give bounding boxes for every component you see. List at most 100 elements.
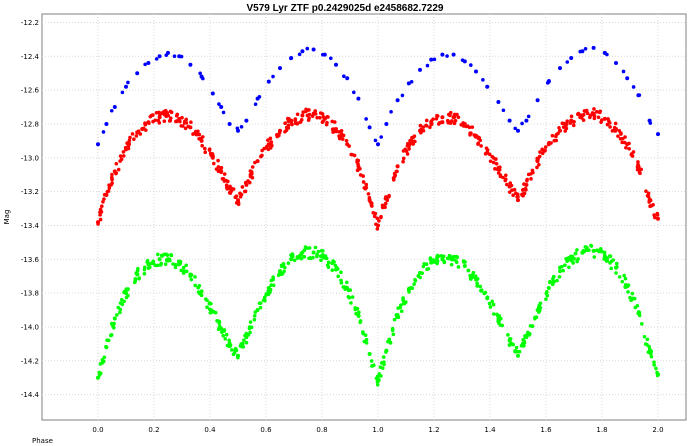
data-point-cloud xyxy=(287,117,291,121)
data-point-cloud xyxy=(221,110,226,115)
data-point-cloud xyxy=(130,132,135,136)
data-point-cloud xyxy=(488,159,493,164)
data-point-cloud xyxy=(468,133,472,137)
data-point-cloud xyxy=(424,118,429,123)
data-point-cloud xyxy=(639,167,644,172)
data-point-cloud xyxy=(377,219,381,223)
data-point-cloud xyxy=(594,110,599,114)
data-point-cloud xyxy=(465,124,470,129)
data-point-cloud xyxy=(337,136,342,141)
data-point-cloud xyxy=(262,146,267,151)
data-point-cloud xyxy=(631,85,636,89)
data-point-cloud xyxy=(178,119,182,124)
data-point-cloud xyxy=(645,337,650,342)
data-point-cloud xyxy=(344,138,349,143)
data-point-cloud xyxy=(217,102,221,106)
data-point-cloud xyxy=(364,337,369,342)
data-point-cloud xyxy=(259,154,263,159)
data-point-cloud xyxy=(284,128,289,133)
data-point-cloud xyxy=(292,258,297,262)
data-point xyxy=(146,61,151,66)
data-point-cloud xyxy=(346,288,351,293)
data-point-cloud xyxy=(512,187,517,192)
data-point-cloud xyxy=(164,53,169,57)
data-point-cloud xyxy=(162,109,166,114)
data-point-cloud xyxy=(162,252,166,257)
data-point-cloud xyxy=(649,354,654,359)
data-point-cloud xyxy=(163,262,168,267)
data-point-cloud xyxy=(379,361,384,365)
data-point-cloud xyxy=(374,222,378,227)
data-point-cloud xyxy=(110,177,114,182)
data-point-cloud xyxy=(126,146,131,151)
data-point-cloud xyxy=(434,117,439,121)
data-point-cloud xyxy=(157,121,162,125)
data-point-cloud xyxy=(145,258,150,263)
data-point-cloud xyxy=(147,121,151,125)
y-tick-label: -13.0 xyxy=(21,154,39,162)
data-point-cloud xyxy=(636,160,640,164)
data-point-cloud xyxy=(497,314,502,318)
data-point-cloud xyxy=(401,296,405,300)
data-point-cloud xyxy=(509,183,514,188)
data-point-cloud xyxy=(275,133,279,137)
data-point-cloud xyxy=(248,320,253,324)
data-point-cloud xyxy=(596,115,601,120)
data-point-cloud xyxy=(356,314,361,319)
data-point-cloud xyxy=(235,126,240,131)
data-point-cloud xyxy=(640,322,644,326)
data-point xyxy=(188,62,193,67)
data-point-cloud xyxy=(599,249,604,253)
x-tick-label: 1.4 xyxy=(484,426,496,434)
data-point-cloud xyxy=(156,252,160,257)
data-point-cloud xyxy=(419,127,423,132)
data-point xyxy=(614,61,618,66)
data-point-cloud xyxy=(271,275,275,279)
data-point-cloud xyxy=(289,254,294,258)
data-point-cloud xyxy=(282,269,286,274)
data-point xyxy=(429,57,434,62)
data-point-cloud xyxy=(623,135,627,139)
data-point-cloud xyxy=(511,342,516,347)
data-point-cloud xyxy=(234,194,239,198)
data-point-cloud xyxy=(626,290,630,294)
data-point-cloud xyxy=(224,185,229,190)
data-point-cloud xyxy=(425,63,430,68)
data-point-cloud xyxy=(151,119,155,124)
data-point-cloud xyxy=(127,138,132,143)
data-point-cloud xyxy=(297,52,302,57)
data-point-cloud xyxy=(617,275,622,279)
data-point-cloud xyxy=(387,195,391,199)
data-point-cloud xyxy=(555,278,559,283)
data-point-cloud xyxy=(501,108,506,113)
data-point-cloud xyxy=(203,146,207,151)
data-point-cloud xyxy=(375,227,380,231)
chart-title: V579 Lyr ZTF p0.2429025d e2458682.7229 xyxy=(247,3,444,14)
x-tick-label: 1.2 xyxy=(428,426,439,434)
data-point-cloud xyxy=(120,302,125,307)
data-point-cloud xyxy=(253,160,257,165)
data-point-cloud xyxy=(127,142,132,146)
data-point-cloud xyxy=(101,200,105,204)
data-point-cloud xyxy=(224,332,229,337)
data-point-cloud xyxy=(373,138,378,143)
data-point xyxy=(227,121,232,126)
data-point-cloud xyxy=(520,121,524,126)
data-point-cloud xyxy=(571,123,576,128)
data-point-cloud xyxy=(380,366,385,370)
data-point-cloud xyxy=(269,140,273,145)
data-point-cloud xyxy=(135,272,140,277)
data-point-cloud xyxy=(329,56,333,61)
data-point-cloud xyxy=(364,117,368,121)
data-point xyxy=(135,71,140,76)
data-point-cloud xyxy=(305,46,310,51)
data-point xyxy=(367,352,372,357)
data-point-cloud xyxy=(456,265,461,269)
data-point-cloud xyxy=(526,114,531,119)
data-point-cloud xyxy=(363,333,368,338)
data-point xyxy=(311,47,316,52)
data-point-cloud xyxy=(313,245,318,250)
data-point-cloud xyxy=(369,203,374,207)
data-point-cloud xyxy=(428,257,433,262)
data-point-cloud xyxy=(554,133,559,137)
